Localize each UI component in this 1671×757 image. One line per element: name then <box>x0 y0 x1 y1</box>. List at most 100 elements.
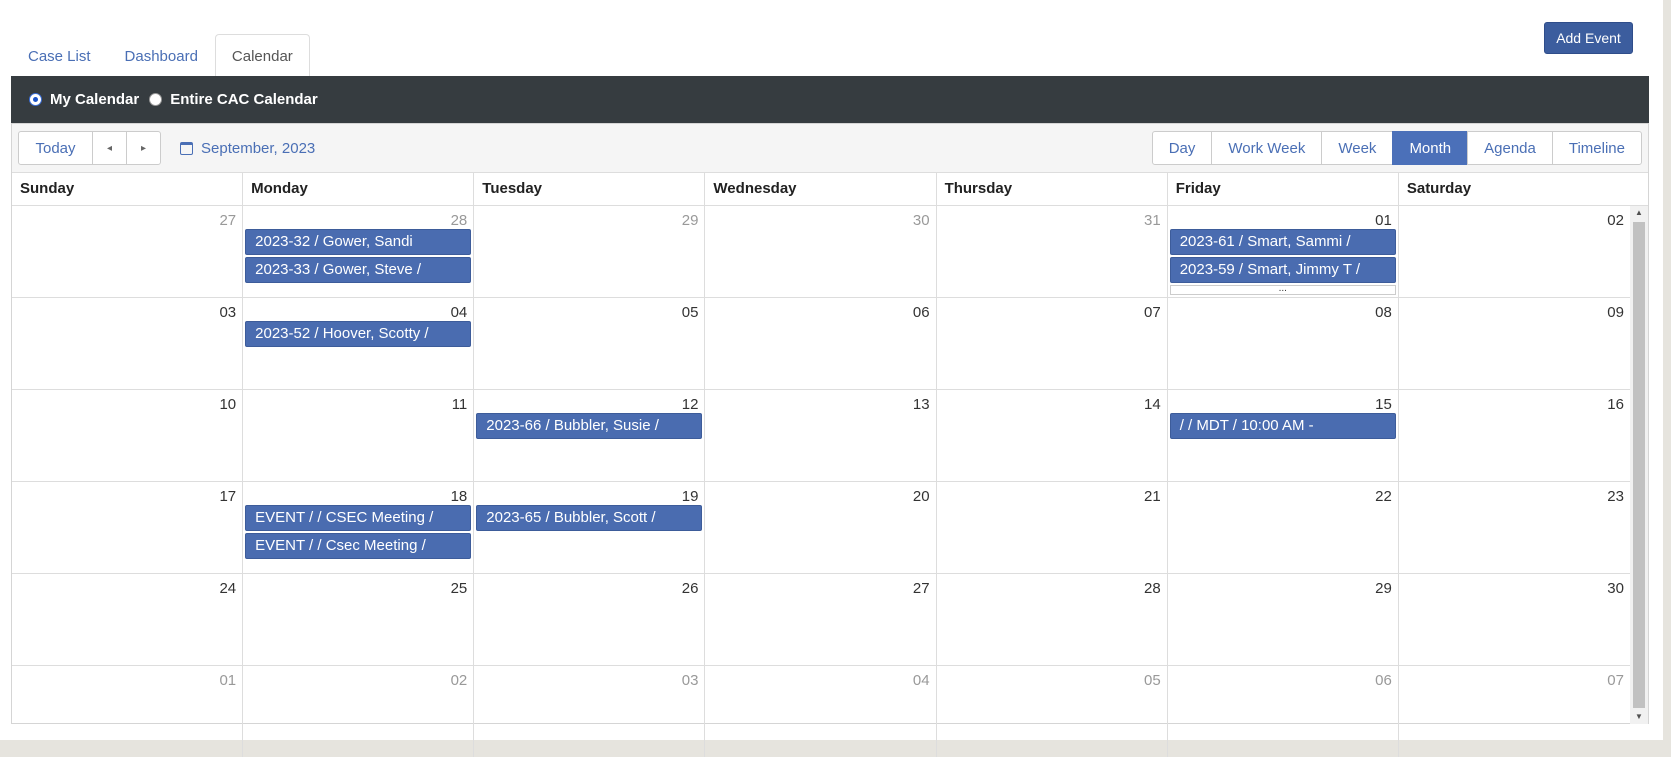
day-number[interactable]: 02 <box>451 672 468 689</box>
view-work-week-button[interactable]: Work Week <box>1211 131 1323 165</box>
scroll-down-icon[interactable]: ▼ <box>1630 710 1648 724</box>
day-cell[interactable]: 30 <box>1399 574 1630 665</box>
day-cell[interactable]: 02 <box>243 666 475 757</box>
next-arrow-icon[interactable]: ▸ <box>126 131 161 165</box>
day-cell[interactable]: 29 <box>1168 574 1399 665</box>
day-cell[interactable]: 01 2023-61 / Smart, Sammi /2023-59 / Smar… <box>1168 206 1399 297</box>
scroll-up-icon[interactable]: ▲ <box>1630 206 1648 220</box>
day-cell[interactable]: 06 <box>1168 666 1399 757</box>
day-number[interactable]: 27 <box>219 212 236 229</box>
day-cell[interactable]: 22 <box>1168 482 1399 573</box>
day-number[interactable]: 19 <box>682 488 699 505</box>
day-cell[interactable]: 04 2023-52 / Hoover, Scotty / <box>243 298 475 389</box>
day-cell[interactable]: 15/ / MDT / 10:00 AM - <box>1168 390 1399 481</box>
day-cell[interactable]: 19 2023-65 / Bubbler, Scott / <box>474 482 706 573</box>
day-cell[interactable]: 14 <box>937 390 1168 481</box>
day-number[interactable]: 28 <box>1144 580 1161 597</box>
more-events-button[interactable]: ... <box>1169 284 1396 295</box>
add-event-button[interactable]: Add Event <box>1544 22 1633 54</box>
day-number[interactable]: 03 <box>219 304 236 321</box>
day-cell[interactable]: 13 <box>705 390 937 481</box>
day-cell[interactable]: 10 <box>12 390 244 481</box>
day-cell[interactable]: 31 <box>937 206 1168 297</box>
day-number[interactable]: 10 <box>219 396 236 413</box>
day-cell[interactable]: 03 <box>474 666 706 757</box>
day-number[interactable]: 27 <box>913 580 930 597</box>
day-cell[interactable]: 12 2023-66 / Bubbler, Susie / <box>474 390 706 481</box>
day-number[interactable]: 07 <box>1144 304 1161 321</box>
day-number[interactable]: 03 <box>682 672 699 689</box>
day-number[interactable]: 26 <box>682 580 699 597</box>
day-number[interactable]: 06 <box>913 304 930 321</box>
day-number[interactable]: 24 <box>219 580 236 597</box>
scroll-thumb[interactable] <box>1633 222 1645 708</box>
entire-cac-calendar-radio[interactable] <box>149 93 163 106</box>
today-button[interactable]: Today <box>18 131 93 165</box>
day-number[interactable]: 29 <box>1375 580 1392 597</box>
calendar-event[interactable]: 2023-59 / Smart, Jimmy T / <box>1169 257 1396 283</box>
day-cell[interactable]: 29 <box>474 206 706 297</box>
view-week-button[interactable]: Week <box>1321 131 1394 165</box>
prev-arrow-icon[interactable]: ◂ <box>92 131 127 165</box>
day-number[interactable]: 11 <box>452 396 468 413</box>
day-cell[interactable]: 11 <box>243 390 475 481</box>
tab-dashboard[interactable]: Dashboard <box>108 34 215 77</box>
day-cell[interactable]: 27 <box>12 206 244 297</box>
day-cell[interactable]: 27 <box>705 574 937 665</box>
day-cell[interactable]: 06 <box>705 298 937 389</box>
day-number[interactable]: 25 <box>451 580 468 597</box>
view-month-button[interactable]: Month <box>1392 131 1469 165</box>
day-cell[interactable]: 07 <box>1399 666 1630 757</box>
day-cell[interactable]: 17 <box>12 482 244 573</box>
day-number[interactable]: 01 <box>1375 212 1392 229</box>
day-cell[interactable]: 20 <box>705 482 937 573</box>
day-number[interactable]: 28 <box>451 212 468 229</box>
vertical-scrollbar[interactable]: ▲ ▼ <box>1630 206 1648 724</box>
day-cell[interactable]: 18 EVENT / / CSEC Meeting / EVENT / / Csec… <box>243 482 475 573</box>
day-number[interactable]: 30 <box>1607 580 1624 597</box>
day-cell[interactable]: 25 <box>243 574 475 665</box>
day-number[interactable]: 06 <box>1375 672 1392 689</box>
day-number[interactable]: 20 <box>913 488 930 505</box>
day-cell[interactable]: 07 <box>937 298 1168 389</box>
day-cell[interactable]: 08 <box>1168 298 1399 389</box>
my-calendar-option[interactable]: My Calendar <box>29 91 139 108</box>
calendar-event[interactable]: 2023-32 / Gower, Sandi <box>245 229 472 255</box>
day-number[interactable]: 31 <box>1144 212 1161 229</box>
day-number[interactable]: 18 <box>451 488 468 505</box>
day-number[interactable]: 09 <box>1607 304 1624 321</box>
view-agenda-button[interactable]: Agenda <box>1467 131 1553 165</box>
my-calendar-radio[interactable] <box>29 93 42 106</box>
calendar-event[interactable]: 2023-33 / Gower, Steve / <box>245 257 472 283</box>
day-cell[interactable]: 24 <box>12 574 244 665</box>
day-cell[interactable]: 30 <box>705 206 937 297</box>
day-cell[interactable]: 26 <box>474 574 706 665</box>
day-number[interactable]: 08 <box>1375 304 1392 321</box>
day-number[interactable]: 02 <box>1607 212 1624 229</box>
day-cell[interactable]: 09 <box>1399 298 1630 389</box>
day-cell[interactable]: 05 <box>937 666 1168 757</box>
day-number[interactable]: 29 <box>682 212 699 229</box>
day-cell[interactable]: 28 <box>937 574 1168 665</box>
day-cell[interactable]: 04 <box>705 666 937 757</box>
day-cell[interactable]: 03 <box>12 298 244 389</box>
day-cell[interactable]: 21 <box>937 482 1168 573</box>
day-number[interactable]: 04 <box>451 304 468 321</box>
view-timeline-button[interactable]: Timeline <box>1551 131 1642 165</box>
calendar-event[interactable]: 2023-66 / Bubbler, Susie / <box>476 413 703 439</box>
day-number[interactable]: 30 <box>913 212 930 229</box>
day-number[interactable]: 16 <box>1607 396 1624 413</box>
calendar-event[interactable]: 2023-65 / Bubbler, Scott / <box>476 505 703 531</box>
calendar-event[interactable]: EVENT / / Csec Meeting / <box>245 533 472 559</box>
day-number[interactable]: 22 <box>1375 488 1392 505</box>
entire-cac-calendar-option[interactable]: Entire CAC Calendar <box>149 91 318 108</box>
tab-calendar[interactable]: Calendar <box>214 34 310 77</box>
day-number[interactable]: 23 <box>1607 488 1624 505</box>
day-number[interactable]: 15 <box>1375 396 1392 413</box>
day-number[interactable]: 21 <box>1144 488 1161 505</box>
calendar-event[interactable]: EVENT / / CSEC Meeting / <box>245 505 472 531</box>
calendar-event[interactable]: 2023-61 / Smart, Sammi / <box>1169 229 1396 255</box>
day-number[interactable]: 13 <box>913 396 930 413</box>
day-cell[interactable]: 05 <box>474 298 706 389</box>
calendar-event[interactable]: / / MDT / 10:00 AM - <box>1169 413 1396 439</box>
